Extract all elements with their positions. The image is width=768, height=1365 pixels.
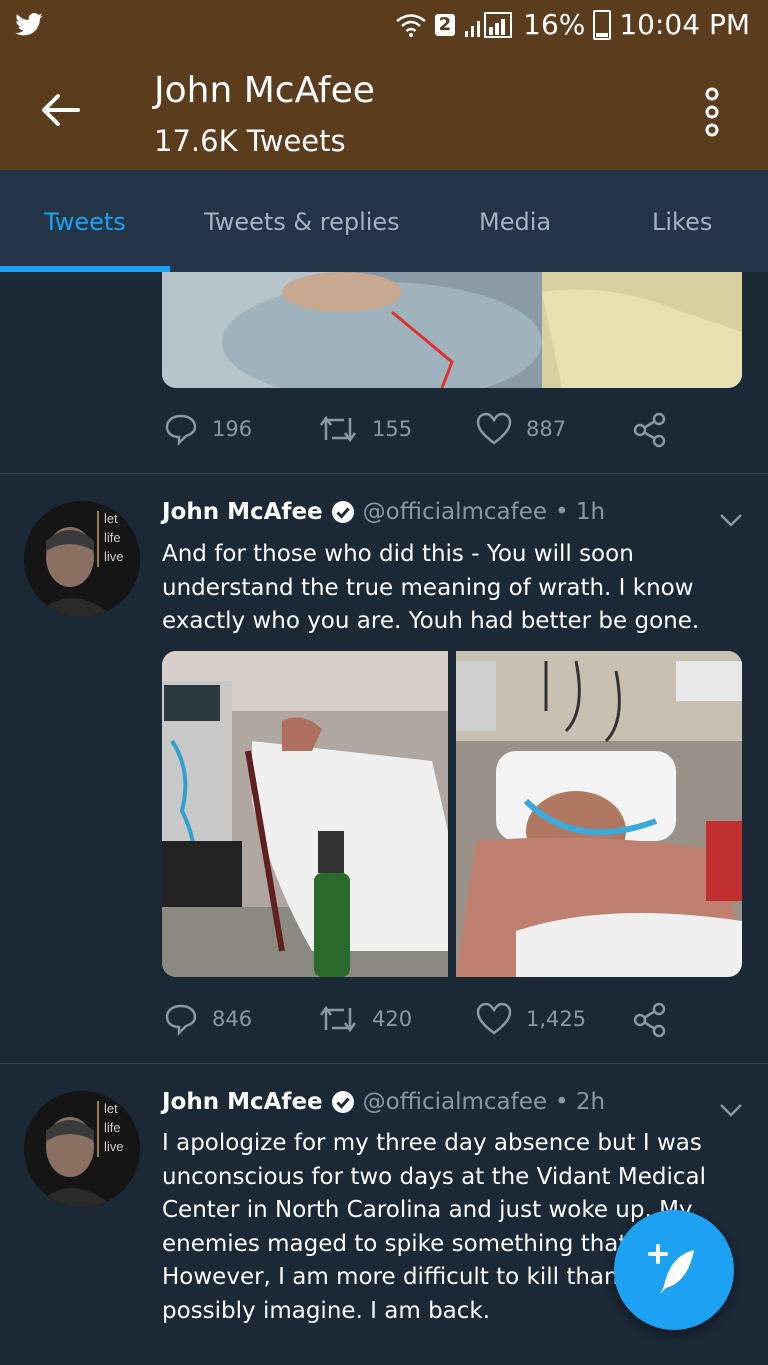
like-count: 1,425	[526, 1007, 587, 1031]
signal-icon	[465, 11, 513, 38]
retweet-icon	[319, 415, 357, 443]
author-handle[interactable]: @officialmcafee	[363, 1089, 547, 1115]
avatar-text: let	[104, 1101, 118, 1116]
retweet-count: 155	[372, 417, 413, 441]
like-button[interactable]: 1,425	[476, 1002, 586, 1036]
wifi-icon	[395, 13, 426, 37]
tweet-text: And for those who did this - You will so…	[162, 541, 700, 634]
tweet-divider	[0, 1063, 768, 1064]
retweet-button[interactable]: 155	[318, 412, 412, 446]
tweet-actions: 196 155 887	[0, 412, 768, 452]
avatar[interactable]: let life live	[24, 1091, 140, 1207]
like-button[interactable]: 887	[476, 412, 566, 446]
tweet-time: • 2h	[555, 1089, 606, 1115]
status-bar: 2 16% 10:04 PM	[0, 0, 768, 50]
sim-badge: 2	[434, 13, 456, 36]
more-options-icon[interactable]	[700, 86, 724, 138]
battery-percent: 16%	[523, 8, 586, 41]
tweet-header: John McAfee @officialmcafee • 2h	[162, 1089, 605, 1115]
avatar[interactable]: let life live	[24, 501, 140, 617]
tweet-media-image[interactable]	[162, 272, 742, 388]
verified-badge-icon	[331, 1091, 354, 1113]
retweet-icon	[319, 1005, 357, 1033]
back-arrow-icon[interactable]	[38, 88, 82, 132]
reply-button[interactable]: 196	[164, 412, 252, 446]
share-icon[interactable]	[632, 412, 668, 448]
heart-icon	[476, 412, 512, 445]
like-count: 887	[526, 417, 567, 441]
tweet-count: 17.6K Tweets	[154, 124, 346, 158]
reply-icon	[165, 1004, 197, 1036]
author-name[interactable]: John McAfee	[162, 499, 323, 525]
twitter-bird-icon	[15, 13, 43, 36]
clock: 10:04 PM	[619, 8, 750, 41]
tab-likes[interactable]: Likes	[652, 208, 712, 236]
active-tab-indicator	[0, 266, 170, 272]
avatar-text: live	[104, 1139, 124, 1154]
profile-tabs: Tweets Tweets & replies Media Likes	[0, 170, 768, 272]
heart-icon	[476, 1002, 512, 1035]
reply-count: 196	[212, 417, 253, 441]
author-name[interactable]: John McAfee	[162, 1089, 323, 1115]
share-icon[interactable]	[632, 1002, 668, 1038]
tab-media[interactable]: Media	[479, 208, 551, 236]
avatar-text: let	[104, 511, 118, 526]
chevron-down-icon[interactable]	[718, 1102, 744, 1118]
tweet-divider	[0, 473, 768, 474]
app-bar: John McAfee 17.6K Tweets	[0, 50, 768, 170]
reply-icon	[165, 414, 197, 446]
chevron-down-icon[interactable]	[718, 512, 744, 528]
battery-icon	[593, 9, 612, 40]
compose-tweet-button[interactable]	[614, 1210, 734, 1330]
author-handle[interactable]: @officialmcafee	[363, 499, 547, 525]
tweet-header: John McAfee @officialmcafee • 1h	[162, 499, 605, 525]
tweet-actions: 846 420 1,425	[0, 1002, 768, 1042]
avatar-text: life	[104, 530, 121, 545]
reply-count: 846	[212, 1007, 253, 1031]
retweet-count: 420	[372, 1007, 413, 1031]
reply-button[interactable]: 846	[164, 1002, 252, 1036]
tab-tweets[interactable]: Tweets	[44, 208, 126, 236]
avatar-text: live	[104, 549, 124, 564]
verified-badge-icon	[331, 501, 354, 523]
compose-feather-icon	[648, 1244, 694, 1294]
profile-title: John McAfee	[154, 70, 375, 111]
tweet-media-image[interactable]	[162, 651, 448, 977]
tab-tweets-replies[interactable]: Tweets & replies	[204, 208, 400, 236]
tweet-time: • 1h	[555, 499, 606, 525]
retweet-button[interactable]: 420	[318, 1002, 412, 1036]
tweet-media-image[interactable]	[456, 651, 742, 977]
avatar-text: life	[104, 1120, 121, 1135]
